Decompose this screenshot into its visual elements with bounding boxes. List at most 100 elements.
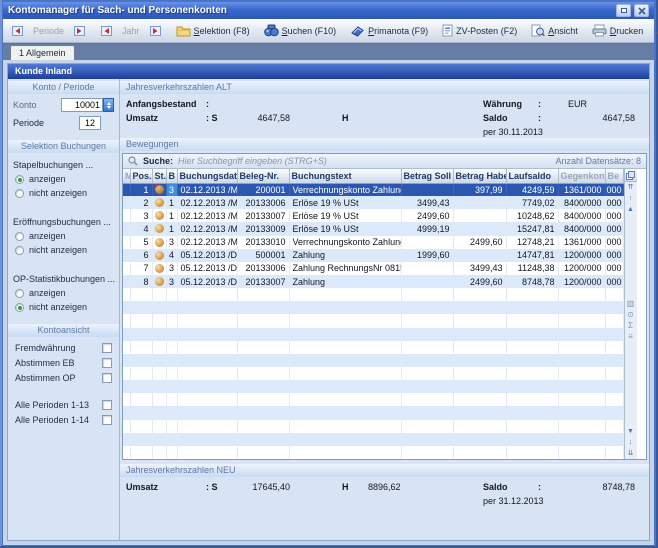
magnifier-document-icon bbox=[531, 24, 545, 37]
konto-input[interactable] bbox=[61, 98, 103, 112]
grid-search-icon[interactable]: ⊙ bbox=[625, 310, 636, 321]
scroll-up-button[interactable]: ▲ bbox=[625, 204, 636, 215]
selektion-label: Selektion (F8) bbox=[194, 26, 250, 36]
account-type-header: Kunde Inland bbox=[8, 64, 649, 79]
check-alle-perioden-14[interactable]: Alle Perioden 1-14 bbox=[8, 412, 119, 427]
col-be[interactable]: Be bbox=[605, 169, 623, 183]
drucken-label: Drucken bbox=[610, 26, 644, 36]
table-scroll-strip: ⇈ ↑ ▲ ▥ ⊙ Σ ≡ ▼ ↓ ⇊ bbox=[624, 169, 637, 459]
col-betrag-haben[interactable]: Betrag Haben bbox=[453, 169, 506, 183]
restore-button[interactable] bbox=[616, 4, 631, 17]
radio-icon bbox=[15, 303, 24, 312]
scroll-page-down-button[interactable]: ↓ bbox=[625, 437, 636, 448]
col-m[interactable]: M bbox=[123, 169, 130, 183]
anfangsbestand-label: Anfangsbestand bbox=[126, 99, 206, 109]
table-row[interactable]: 2 1 02.12.2013 /Mo 20133006 Erlöse 19 % … bbox=[123, 196, 623, 209]
col-betrag-soll[interactable]: Betrag Soll bbox=[401, 169, 453, 183]
search-label: Suche: bbox=[143, 156, 173, 166]
primanota-label: Primanota (F9) bbox=[368, 26, 428, 36]
selektion-button[interactable]: Selektion (F8) bbox=[172, 22, 254, 39]
radio-icon bbox=[15, 246, 24, 255]
close-button[interactable] bbox=[634, 4, 649, 17]
customize-columns-button[interactable] bbox=[625, 169, 637, 182]
col-pos[interactable]: Pos.▼ bbox=[130, 169, 152, 183]
table-row[interactable]: 6 4 05.12.2013 /Do 500001 Zahlung 1999,6… bbox=[123, 249, 623, 262]
table-row[interactable]: 5 3 02.12.2013 /Mo 20133010 Verrechnungs… bbox=[123, 236, 623, 249]
toolbar: Periode Jahr Selektion (F8) Suchen (F10)… bbox=[3, 19, 654, 43]
konto-spinner[interactable] bbox=[103, 98, 114, 112]
empty-row bbox=[123, 393, 623, 406]
table-row[interactable]: 4 1 02.12.2013 /Mo 20133009 Erlöse 19 % … bbox=[123, 222, 623, 235]
tab-allgemein[interactable]: 1 Allgemein bbox=[10, 45, 75, 61]
scroll-down-button[interactable]: ▼ bbox=[625, 426, 636, 437]
stapelbuchungen-group: Stapelbuchungen ... anzeigen nicht anzei… bbox=[8, 160, 119, 200]
table-row[interactable]: 3 1 02.12.2013 /Mo 20133007 Erlöse 19 % … bbox=[123, 209, 623, 222]
booking-type-icon bbox=[155, 277, 164, 286]
table-row[interactable]: 7 3 05.12.2013 /Do 20133006 Zahlung Rech… bbox=[123, 262, 623, 275]
scroll-first-button[interactable]: ⇈ bbox=[625, 182, 636, 193]
check-alle-perioden-13[interactable]: Alle Perioden 1-13 bbox=[8, 397, 119, 412]
extras-button[interactable]: Extras bbox=[653, 22, 658, 39]
periode-next-button[interactable] bbox=[68, 22, 90, 39]
grid-sum-icon[interactable]: Σ bbox=[625, 321, 636, 332]
radio-op-nicht-anzeigen[interactable]: nicht anzeigen bbox=[8, 300, 119, 314]
col-st[interactable]: St. bbox=[152, 169, 166, 183]
empty-row bbox=[123, 420, 623, 433]
checkbox-icon bbox=[102, 400, 112, 410]
jahr-next-button[interactable] bbox=[144, 22, 166, 39]
col-laufsaldo[interactable]: Laufsaldo bbox=[506, 169, 558, 183]
book-icon bbox=[350, 24, 365, 37]
table-search-bar[interactable]: Suche: Hier Suchbegriff eingeben (STRG+S… bbox=[123, 154, 646, 169]
column-chooser-icon[interactable]: ▥ bbox=[625, 299, 636, 310]
scroll-last-button[interactable]: ⇊ bbox=[625, 448, 636, 459]
col-buchungstext[interactable]: Buchungstext bbox=[289, 169, 401, 183]
empty-row bbox=[123, 314, 623, 327]
umsatz-alt-label: Umsatz bbox=[126, 113, 206, 123]
umsatz-neu-soll-value: 17645,40 bbox=[232, 482, 290, 492]
col-gegenkonto[interactable]: Gegenkonto bbox=[558, 169, 605, 183]
table-row[interactable]: 8 3 05.12.2013 /Do 20133007 Zahlung 2499… bbox=[123, 275, 623, 288]
primanota-button[interactable]: Primanota (F9) bbox=[346, 22, 432, 39]
suchen-button[interactable]: Suchen (F10) bbox=[260, 22, 341, 39]
radio-eroeffnung-nicht-anzeigen[interactable]: nicht anzeigen bbox=[8, 243, 119, 257]
spinner-down-icon bbox=[107, 106, 111, 109]
arrow-left-icon bbox=[100, 24, 114, 37]
check-fremdwaehrung[interactable]: Fremdwährung bbox=[8, 340, 119, 355]
col-beleg-nr[interactable]: Beleg-Nr. bbox=[237, 169, 289, 183]
eroeffnungsbuchungen-group: Eröffnungsbuchungen ... anzeigen nicht a… bbox=[8, 217, 119, 257]
umsatz-alt-soll-value: 4647,58 bbox=[232, 113, 290, 123]
col-buchungsdatum[interactable]: Buchungsdatum bbox=[177, 169, 237, 183]
radio-stapel-anzeigen[interactable]: anzeigen bbox=[8, 172, 119, 186]
radio-stapel-nicht-anzeigen[interactable]: nicht anzeigen bbox=[8, 186, 119, 200]
checkbox-icon bbox=[102, 373, 112, 383]
kontoansicht-header: Kontoansicht bbox=[8, 324, 119, 337]
search-placeholder: Hier Suchbegriff eingeben (STRG+S) bbox=[178, 156, 550, 166]
check-abstimmen-eb[interactable]: Abstimmen EB bbox=[8, 355, 119, 370]
drucken-button[interactable]: Drucken bbox=[588, 22, 648, 39]
radio-op-anzeigen[interactable]: anzeigen bbox=[8, 286, 119, 300]
scroll-page-up-button[interactable]: ↑ bbox=[625, 193, 636, 204]
group-label: OP-Statistikbuchungen ... bbox=[8, 274, 119, 284]
ansicht-button[interactable]: Ansicht bbox=[527, 22, 582, 39]
grid-filter-icon[interactable]: ≡ bbox=[625, 332, 636, 343]
radio-eroeffnung-anzeigen[interactable]: anzeigen bbox=[8, 229, 119, 243]
zv-posten-button[interactable]: ZV-Posten (F2) bbox=[438, 22, 521, 39]
konto-label: Konto bbox=[13, 100, 61, 110]
booking-type-icon bbox=[155, 264, 164, 273]
col-b[interactable]: B bbox=[166, 169, 177, 183]
waehrung-value: EUR bbox=[568, 99, 635, 109]
bewegungen-table-panel: Suche: Hier Suchbegriff eingeben (STRG+S… bbox=[122, 153, 647, 460]
table-row[interactable]: 1 3 02.12.2013 /Mo 200001 Verrechnungsko… bbox=[123, 183, 623, 196]
main-panel: Kunde Inland Konto / Periode Konto Perio… bbox=[7, 63, 650, 541]
booking-type-icon bbox=[155, 251, 164, 260]
jahr-prev-button[interactable] bbox=[96, 22, 118, 39]
left-sidebar: Konto / Periode Konto Periode Selektion … bbox=[8, 79, 120, 540]
periode-prev-button[interactable] bbox=[7, 22, 29, 39]
arrow-right-icon bbox=[72, 24, 86, 37]
saldo-alt-label: Saldo bbox=[483, 113, 538, 123]
selektion-buchungen-header: Selektion Buchungen bbox=[8, 140, 119, 153]
folder-icon bbox=[176, 24, 191, 37]
check-abstimmen-op[interactable]: Abstimmen OP bbox=[8, 370, 119, 385]
empty-row bbox=[123, 446, 623, 459]
periode-input[interactable] bbox=[79, 116, 101, 130]
